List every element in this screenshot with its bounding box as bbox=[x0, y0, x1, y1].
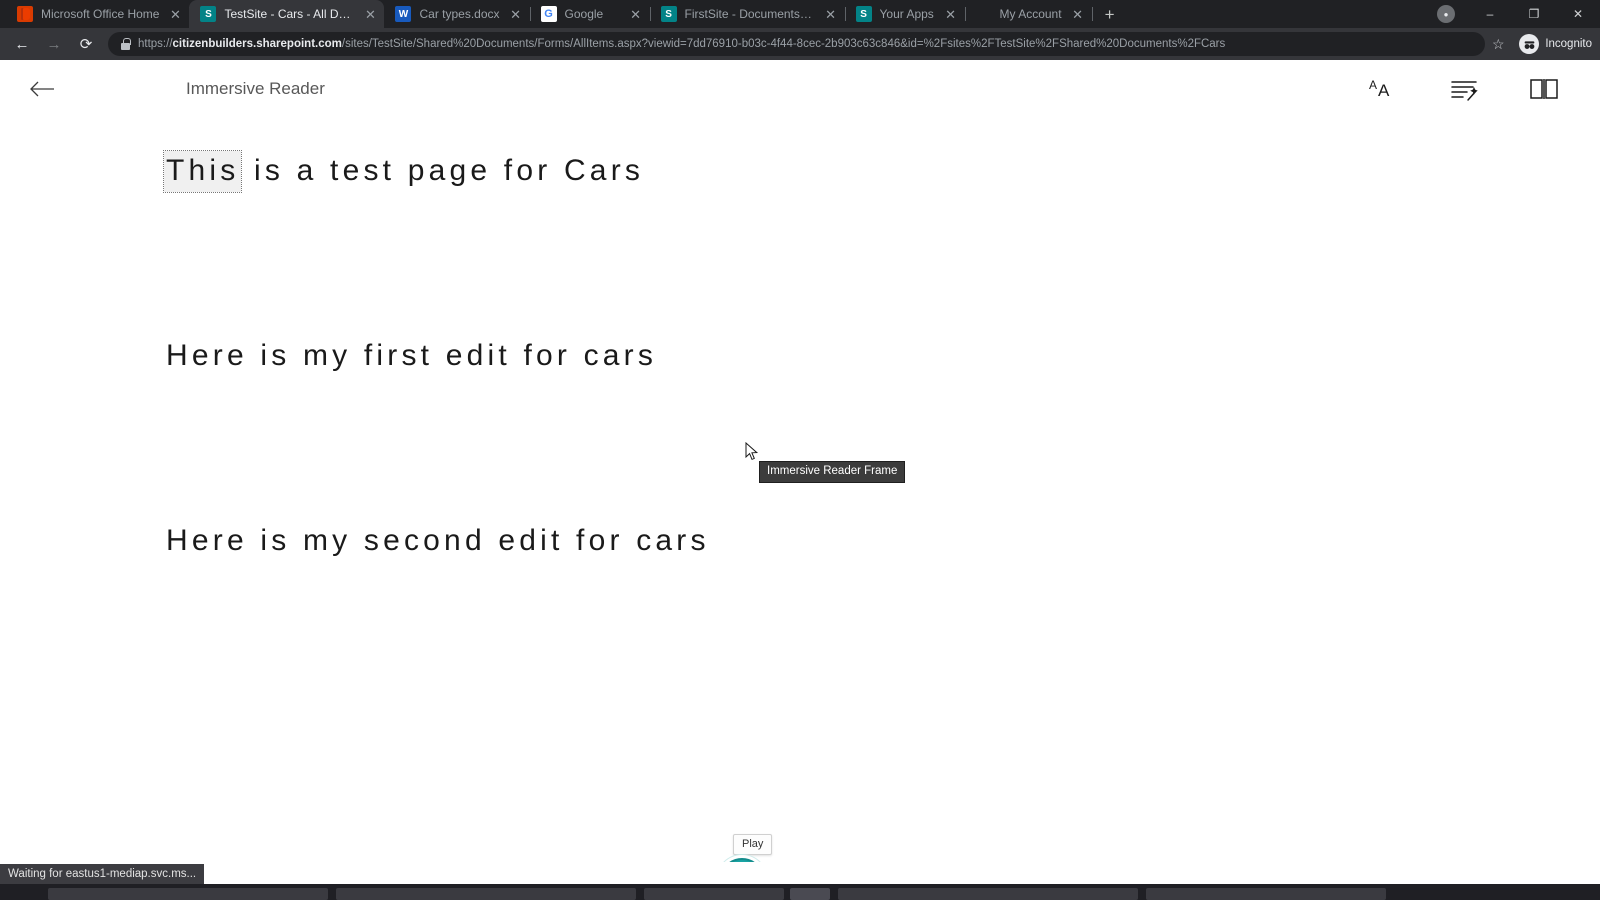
incognito-icon bbox=[1519, 34, 1540, 54]
browser-toolbar: ← → ⟳ https://citizenbuilders.sharepoint… bbox=[0, 28, 1600, 60]
reader-content: This is a test page for Cars Here is my … bbox=[0, 118, 1600, 558]
reader-paragraph[interactable]: This is a test page for Cars bbox=[162, 150, 1600, 193]
forward-icon[interactable]: → bbox=[40, 30, 68, 58]
reader-paragraph[interactable]: Here is my first edit for cars bbox=[166, 339, 1600, 373]
url-scheme: https:// bbox=[138, 38, 173, 50]
avatar: ● bbox=[1437, 5, 1455, 23]
incognito-indicator[interactable]: Incognito bbox=[1511, 34, 1592, 54]
grammar-options-icon[interactable] bbox=[1446, 71, 1482, 107]
reader-actions: A A bbox=[1366, 71, 1574, 107]
browser-tab[interactable]: Car types.docx ✕ bbox=[384, 0, 531, 28]
incognito-label: Incognito bbox=[1545, 38, 1592, 50]
frame-tooltip: Immersive Reader Frame bbox=[759, 461, 906, 483]
url-text: https://citizenbuilders.sharepoint.com/s… bbox=[138, 38, 1475, 50]
tab-close-icon[interactable]: ✕ bbox=[1070, 6, 1086, 22]
browser-window: Microsoft Office Home ✕ S TestSite - Car… bbox=[0, 0, 1600, 900]
tab-title: Google bbox=[564, 7, 604, 21]
back-icon[interactable]: ← bbox=[8, 30, 36, 58]
taskbar-item[interactable] bbox=[336, 888, 636, 900]
focused-word[interactable]: This bbox=[162, 150, 243, 193]
bookmark-star-icon[interactable]: ☆ bbox=[1489, 36, 1507, 53]
tab-title: Microsoft Office Home bbox=[41, 7, 160, 21]
tab-title: TestSite - Cars - All Documents bbox=[224, 7, 354, 21]
svg-text:A: A bbox=[1378, 81, 1390, 100]
tab-separator bbox=[1091, 7, 1093, 21]
microsoft-icon bbox=[976, 6, 992, 22]
sharepoint-icon: S bbox=[660, 6, 677, 22]
taskbar-item[interactable] bbox=[838, 888, 1138, 900]
tab-close-icon[interactable]: ✕ bbox=[167, 6, 183, 22]
reader-header: Immersive Reader A A bbox=[0, 60, 1600, 118]
reader-playback-controls: Play bbox=[0, 770, 1600, 862]
browser-tab[interactable]: S Your Apps ✕ bbox=[845, 0, 966, 28]
status-bar: Waiting for eastus1-mediap.svc.ms... bbox=[0, 864, 205, 884]
svg-text:A: A bbox=[1369, 78, 1377, 92]
reader-paragraph[interactable]: Here is my second edit for cars bbox=[166, 524, 1600, 558]
sharepoint-icon: S bbox=[200, 6, 217, 22]
office-icon bbox=[17, 6, 33, 22]
mouse-cursor bbox=[745, 441, 759, 462]
sharepoint-icon: S bbox=[855, 6, 872, 22]
tab-title: Car types.docx bbox=[419, 7, 500, 21]
taskbar-item[interactable] bbox=[48, 888, 328, 900]
new-tab-button[interactable]: + bbox=[1096, 0, 1124, 28]
taskbar-item[interactable] bbox=[1146, 888, 1386, 900]
taskbar-item-active[interactable] bbox=[790, 888, 830, 900]
word-icon bbox=[395, 6, 412, 22]
play-tooltip: Play bbox=[733, 834, 773, 855]
paragraph-rest: is a test page for Cars bbox=[241, 154, 645, 187]
maximize-button[interactable]: ❐ bbox=[1512, 0, 1556, 28]
play-button[interactable] bbox=[720, 858, 764, 862]
url-path: /sites/TestSite/Shared%20Documents/Forms… bbox=[341, 38, 1226, 50]
profile-avatar[interactable]: ● bbox=[1424, 0, 1468, 28]
close-button[interactable]: ✕ bbox=[1556, 0, 1600, 28]
browser-tab[interactable]: Microsoft Office Home ✕ bbox=[6, 0, 191, 28]
tab-close-icon[interactable]: ✕ bbox=[823, 6, 839, 22]
tab-close-icon[interactable]: ✕ bbox=[362, 6, 378, 22]
tab-title: FirstSite - Documents - All Docu bbox=[684, 7, 815, 21]
minimize-button[interactable]: – bbox=[1468, 0, 1512, 28]
browser-tab-active[interactable]: S TestSite - Cars - All Documents ✕ bbox=[189, 0, 385, 28]
reader-back-button[interactable] bbox=[22, 69, 62, 109]
tab-close-icon[interactable]: ✕ bbox=[628, 6, 644, 22]
os-taskbar bbox=[0, 884, 1600, 900]
window-controls: ● – ❐ ✕ bbox=[1424, 0, 1600, 28]
tab-strip: Microsoft Office Home ✕ S TestSite - Car… bbox=[0, 0, 1600, 28]
browser-tab[interactable]: Google ✕ bbox=[530, 0, 651, 28]
tab-close-icon[interactable]: ✕ bbox=[508, 6, 524, 22]
url-host: citizenbuilders.sharepoint.com bbox=[172, 38, 342, 50]
lock-icon bbox=[120, 38, 131, 50]
google-icon bbox=[540, 6, 557, 22]
reading-preferences-icon[interactable] bbox=[1526, 71, 1562, 107]
immersive-reader-page: Immersive Reader A A This is a test page… bbox=[0, 60, 1600, 862]
browser-tab[interactable]: My Account ✕ bbox=[965, 0, 1093, 28]
tab-title: My Account bbox=[999, 7, 1062, 21]
tab-close-icon[interactable]: ✕ bbox=[943, 6, 959, 22]
tab-title: Your Apps bbox=[879, 7, 934, 21]
address-bar[interactable]: https://citizenbuilders.sharepoint.com/s… bbox=[108, 32, 1486, 56]
text-preferences-icon[interactable]: A A bbox=[1366, 71, 1402, 107]
page-title: Immersive Reader bbox=[186, 79, 325, 98]
browser-tab[interactable]: S FirstSite - Documents - All Docu ✕ bbox=[650, 0, 846, 28]
taskbar-item[interactable] bbox=[644, 888, 784, 900]
reload-icon[interactable]: ⟳ bbox=[72, 30, 100, 58]
